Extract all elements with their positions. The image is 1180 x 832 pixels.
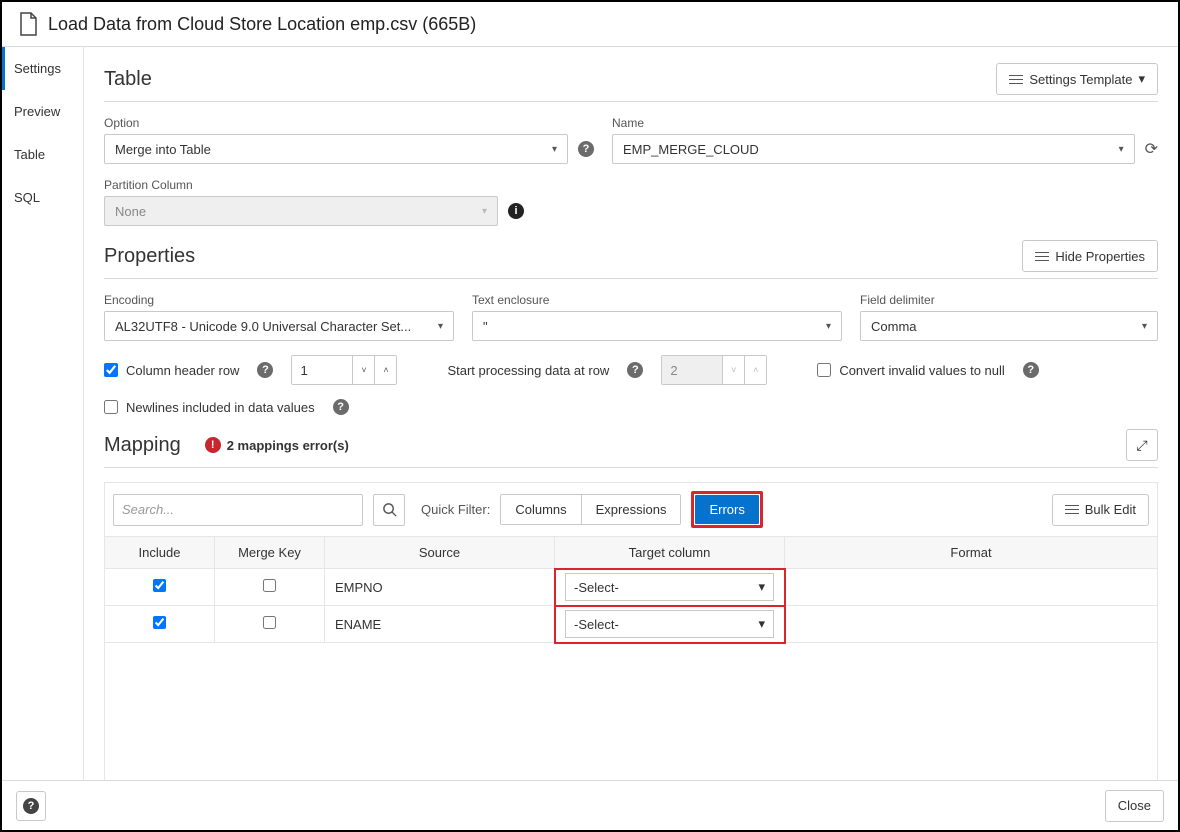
encoding-select[interactable]: AL32UTF8 - Unicode 9.0 Universal Charact… bbox=[104, 311, 454, 341]
mapping-error: ! 2 mappings error(s) bbox=[205, 437, 349, 453]
newlines-checkbox[interactable]: Newlines included in data values bbox=[104, 400, 315, 415]
filter-expressions[interactable]: Expressions bbox=[581, 495, 681, 524]
section-props-title: Properties bbox=[104, 245, 195, 268]
spin-down-icon: ˅ bbox=[722, 356, 744, 384]
source-cell: EMPNO bbox=[325, 569, 555, 606]
option-label: Option bbox=[104, 116, 594, 130]
start-row-label: Start processing data at row bbox=[447, 363, 609, 378]
error-icon: ! bbox=[205, 437, 221, 453]
col-include: Include bbox=[105, 537, 215, 569]
delim-label: Field delimiter bbox=[860, 293, 1158, 307]
include-checkbox[interactable] bbox=[153, 579, 166, 592]
name-label: Name bbox=[612, 116, 1158, 130]
partition-label: Partition Column bbox=[104, 178, 524, 192]
search-icon bbox=[382, 502, 397, 517]
footer-help-button[interactable]: ? bbox=[16, 791, 46, 821]
col-merge-key: Merge Key bbox=[215, 537, 325, 569]
tab-preview[interactable]: Preview bbox=[2, 90, 83, 133]
target-select[interactable]: -Select-▾ bbox=[565, 573, 774, 601]
mapping-table: Include Merge Key Source Target column F… bbox=[104, 536, 1158, 643]
dialog-header: Load Data from Cloud Store Location emp.… bbox=[2, 2, 1178, 47]
encoding-label: Encoding bbox=[104, 293, 454, 307]
table-empty-area bbox=[104, 643, 1158, 781]
spin-up-icon[interactable]: ˄ bbox=[374, 356, 396, 384]
sidebar: Settings Preview Table SQL bbox=[2, 47, 84, 781]
tab-table[interactable]: Table bbox=[2, 133, 83, 176]
file-icon bbox=[18, 12, 38, 36]
partition-select: None▾ bbox=[104, 196, 498, 226]
partition-info-icon[interactable]: i bbox=[508, 203, 524, 219]
search-input[interactable] bbox=[113, 494, 363, 526]
filter-errors[interactable]: Errors bbox=[695, 495, 758, 524]
section-mapping-title: Mapping bbox=[104, 434, 181, 457]
close-button[interactable]: Close bbox=[1105, 790, 1164, 822]
newlines-help-icon[interactable]: ? bbox=[333, 399, 349, 415]
col-header-checkbox[interactable]: Column header row bbox=[104, 363, 239, 378]
option-select[interactable]: Merge into Table▾ bbox=[104, 134, 568, 164]
start-row-spinner: 2 ˅ ˄ bbox=[661, 355, 767, 385]
bulk-edit-button[interactable]: Bulk Edit bbox=[1052, 494, 1149, 526]
convert-null-checkbox[interactable]: Convert invalid values to null bbox=[817, 363, 1004, 378]
start-row-help-icon[interactable]: ? bbox=[627, 362, 643, 378]
sliders-icon bbox=[1009, 72, 1023, 87]
refresh-icon[interactable]: ⟳ bbox=[1145, 139, 1158, 159]
section-table-title: Table bbox=[104, 68, 152, 91]
expand-button[interactable]: ⤢ bbox=[1126, 429, 1158, 461]
tab-settings[interactable]: Settings bbox=[2, 47, 83, 90]
search-button[interactable] bbox=[373, 494, 405, 526]
spin-down-icon[interactable]: ˅ bbox=[352, 356, 374, 384]
name-select[interactable]: EMP_MERGE_CLOUD▾ bbox=[612, 134, 1135, 164]
dialog-title: Load Data from Cloud Store Location emp.… bbox=[48, 14, 476, 35]
col-target: Target column bbox=[555, 537, 785, 569]
enclosure-label: Text enclosure bbox=[472, 293, 842, 307]
main-panel: Table Settings Template ▾ Option Merge i… bbox=[84, 47, 1178, 781]
mergekey-checkbox[interactable] bbox=[263, 616, 276, 629]
col-format: Format bbox=[785, 537, 1158, 569]
mergekey-checkbox[interactable] bbox=[263, 579, 276, 592]
hide-properties-button[interactable]: Hide Properties bbox=[1022, 240, 1158, 272]
enclosure-select[interactable]: "▾ bbox=[472, 311, 842, 341]
delim-select[interactable]: Comma▾ bbox=[860, 311, 1158, 341]
col-header-help-icon[interactable]: ? bbox=[257, 362, 273, 378]
quick-filter-label: Quick Filter: bbox=[421, 502, 490, 517]
filter-columns[interactable]: Columns bbox=[501, 495, 580, 524]
source-cell: ENAME bbox=[325, 606, 555, 643]
col-source: Source bbox=[325, 537, 555, 569]
format-cell bbox=[785, 569, 1158, 606]
option-help-icon[interactable]: ? bbox=[578, 141, 594, 157]
settings-template-button[interactable]: Settings Template ▾ bbox=[996, 63, 1158, 95]
tab-sql[interactable]: SQL bbox=[2, 176, 83, 219]
table-row: EMPNO -Select-▾ bbox=[105, 569, 1158, 606]
format-cell bbox=[785, 606, 1158, 643]
convert-null-help-icon[interactable]: ? bbox=[1023, 362, 1039, 378]
include-checkbox[interactable] bbox=[153, 616, 166, 629]
col-header-spinner[interactable]: 1 ˅ ˄ bbox=[291, 355, 397, 385]
table-row: ENAME -Select-▾ bbox=[105, 606, 1158, 643]
sliders-icon bbox=[1035, 249, 1049, 264]
sliders-icon bbox=[1065, 502, 1079, 517]
footer: ? Close bbox=[2, 780, 1178, 830]
target-select[interactable]: -Select-▾ bbox=[565, 610, 774, 638]
spin-up-icon: ˄ bbox=[744, 356, 766, 384]
